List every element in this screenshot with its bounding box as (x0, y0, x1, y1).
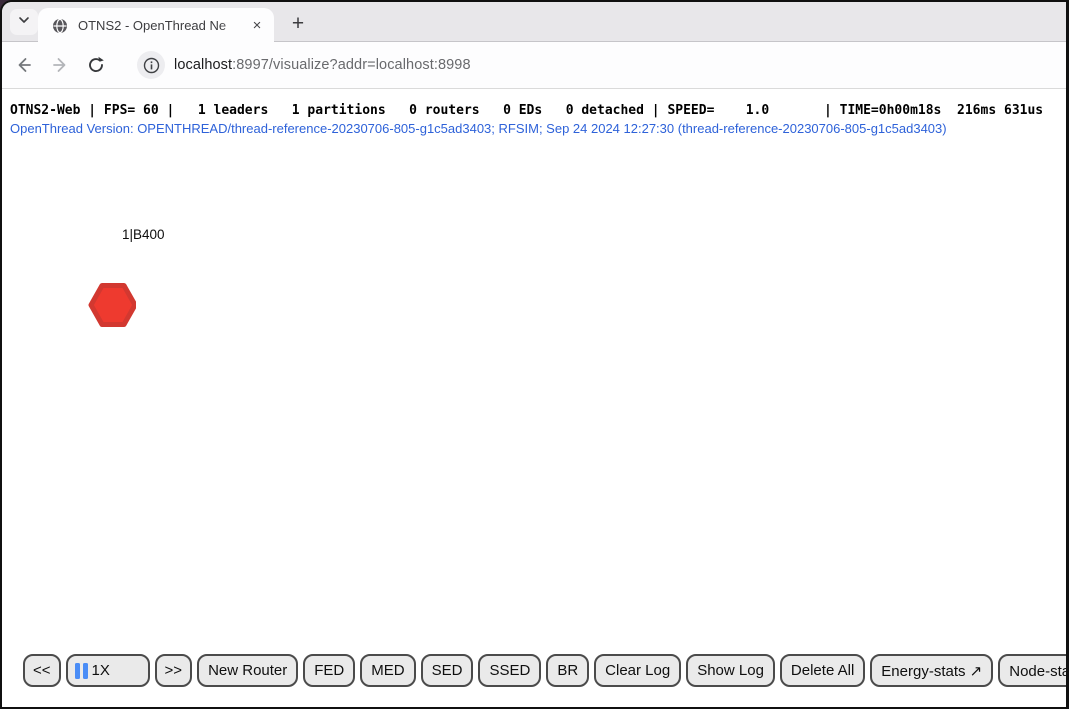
info-icon (143, 57, 160, 74)
pause-icon (75, 663, 88, 679)
button-show-log[interactable]: Show Log (686, 654, 775, 687)
button-label: MED (371, 662, 404, 679)
button-energy-stats[interactable]: Energy-stats ↗ (870, 654, 993, 687)
tab-strip: OTNS2 - OpenThread Ne × + (2, 2, 1066, 42)
node-hexagon[interactable] (88, 282, 136, 333)
button-label: SED (432, 662, 463, 679)
button-fed[interactable]: FED (303, 654, 355, 687)
url-path: :8997/visualize?addr=localhost:8998 (232, 57, 471, 73)
button-label: Show Log (697, 662, 764, 679)
button-br[interactable]: BR (546, 654, 589, 687)
node-hexagon-shape (91, 286, 135, 325)
back-button[interactable] (10, 51, 38, 79)
openthread-version-link[interactable]: OpenThread Version: OPENTHREAD/thread-re… (10, 121, 947, 136)
tab-title: OTNS2 - OpenThread Ne (78, 18, 248, 33)
button-new-router[interactable]: New Router (197, 654, 298, 687)
button-med[interactable]: MED (360, 654, 415, 687)
sim-controls: << 1X >> New Router FED MED SED SSED BR Clear Log… (23, 654, 1069, 687)
button-delete-all[interactable]: Delete All (780, 654, 865, 687)
button-label: Node-stats ↗ (1009, 662, 1069, 680)
button-label: Energy-stats ↗ (881, 662, 982, 680)
button-label: BR (557, 662, 578, 679)
button-label: >> (165, 662, 183, 679)
browser-window: OTNS2 - OpenThread Ne × + (0, 0, 1069, 709)
tab-title-fade (220, 18, 248, 33)
button-clear-log[interactable]: Clear Log (594, 654, 681, 687)
button-node-stats[interactable]: Node-stats ↗ (998, 654, 1069, 687)
button-step-forward[interactable]: >> (155, 654, 193, 687)
globe-favicon-icon (52, 18, 68, 34)
address-bar[interactable]: localhost:8997/visualize?addr=localhost:… (174, 57, 471, 73)
url-host: localhost (174, 57, 232, 73)
button-label: SSED (489, 662, 530, 679)
otns-canvas: OTNS2-Web | FPS= 60 | 1 leaders 1 partit… (2, 90, 1066, 707)
button-label: Delete All (791, 662, 854, 679)
tab-close-icon[interactable]: × (248, 17, 266, 35)
tab-search-button[interactable] (10, 9, 38, 35)
url-toolbar: localhost:8997/visualize?addr=localhost:… (2, 42, 1066, 89)
site-info-button[interactable] (137, 51, 165, 79)
button-label: 1X (92, 662, 110, 679)
button-label: FED (314, 662, 344, 679)
node-label: 1|B400 (122, 227, 165, 242)
button-label: << (33, 662, 51, 679)
button-label: Clear Log (605, 662, 670, 679)
browser-tab[interactable]: OTNS2 - OpenThread Ne × (38, 8, 274, 43)
reload-button[interactable] (82, 51, 110, 79)
new-tab-button[interactable]: + (284, 10, 312, 38)
forward-button[interactable] (46, 51, 74, 79)
button-label: New Router (208, 662, 287, 679)
button-ssed[interactable]: SSED (478, 654, 541, 687)
button-sed[interactable]: SED (421, 654, 474, 687)
chevron-down-icon (18, 13, 30, 31)
sim-status-line: OTNS2-Web | FPS= 60 | 1 leaders 1 partit… (10, 103, 1043, 118)
button-step-back[interactable]: << (23, 654, 61, 687)
button-speed[interactable]: 1X (66, 654, 150, 687)
